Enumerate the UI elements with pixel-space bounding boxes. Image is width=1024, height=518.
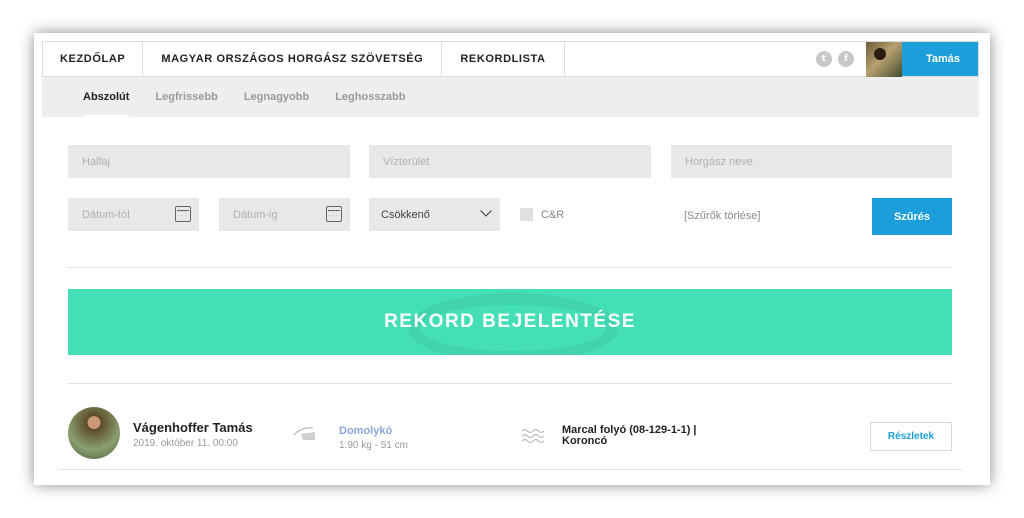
water-waves-icon — [521, 428, 545, 444]
tab-biggest[interactable]: Legnagyobb — [244, 77, 309, 117]
date-from-input[interactable]: Dátum-tól — [68, 198, 199, 231]
tab-absolute[interactable]: Abszolút — [83, 77, 130, 117]
species-input[interactable]: Halfaj — [68, 145, 350, 178]
nav-records[interactable]: REKORDLISTA — [442, 42, 565, 76]
water-name: Marcal folyó (08-129-1-1) | Koroncó — [562, 424, 697, 447]
cr-label: C&R — [541, 208, 565, 221]
banner-label: REKORD BEJELENTÉSE — [384, 311, 636, 332]
angler-name[interactable]: Vágenhoffer Tamás — [133, 420, 253, 435]
record-date: 2019. október 11. 00:00 — [133, 438, 238, 449]
facebook-icon[interactable]: f — [837, 51, 854, 67]
nav-association[interactable]: MAGYAR ORSZÁGOS HORGÁSZ SZÖVETSÉG — [143, 42, 443, 76]
cr-checkbox[interactable]: C&R — [520, 208, 564, 221]
angler-input[interactable]: Horgász neve — [671, 145, 952, 178]
chevron-down-icon — [480, 205, 492, 217]
checkbox-box[interactable] — [520, 208, 533, 221]
user-name: Tamás — [925, 53, 960, 65]
species-placeholder: Halfaj — [82, 155, 111, 168]
report-record-button[interactable]: REKORD BEJELENTÉSE — [68, 289, 952, 355]
calendar-icon[interactable] — [326, 206, 342, 222]
order-select[interactable]: Csökkenő — [369, 198, 500, 231]
user-avatar — [865, 42, 902, 78]
tab-latest[interactable]: Legfrissebb — [155, 77, 217, 117]
record-tabs: Abszolút Legfrissebb Legnagyobb Leghossz… — [42, 77, 979, 117]
angler-avatar[interactable] — [68, 407, 120, 459]
water-placeholder: Vízterület — [383, 155, 430, 168]
app-frame: KEZDŐLAP MAGYAR ORSZÁGOS HORGÁSZ SZÖVETS… — [34, 33, 990, 485]
divider — [68, 267, 952, 268]
divider — [58, 469, 962, 470]
top-navigation: KEZDŐLAP MAGYAR ORSZÁGOS HORGÁSZ SZÖVETS… — [42, 41, 979, 78]
date-from-placeholder: Dátum-tól — [82, 208, 130, 221]
record-weight: 1.90 kg - 51 cm — [339, 440, 408, 451]
nav-home[interactable]: KEZDŐLAP — [43, 42, 144, 76]
date-to-placeholder: Dátum-ig — [233, 208, 278, 221]
twitter-icon[interactable]: t — [815, 51, 832, 67]
order-value: Csökkenő — [381, 208, 430, 221]
clear-filters-link[interactable]: [Szűrők törlése] — [684, 210, 760, 222]
filter-button[interactable]: Szűrés — [872, 198, 952, 235]
species-name[interactable]: Domolykó — [339, 425, 392, 437]
tab-longest[interactable]: Leghosszabb — [335, 77, 405, 117]
water-input[interactable]: Vízterület — [369, 145, 651, 178]
user-menu[interactable]: Tamás — [865, 42, 978, 78]
date-to-input[interactable]: Dátum-ig — [219, 198, 350, 231]
angler-placeholder: Horgász neve — [685, 155, 753, 168]
divider — [68, 383, 952, 384]
details-button[interactable]: Részletek — [870, 422, 952, 451]
fishing-rod-icon — [293, 427, 315, 440]
calendar-icon[interactable] — [175, 206, 191, 222]
social-links: t f — [815, 42, 866, 76]
